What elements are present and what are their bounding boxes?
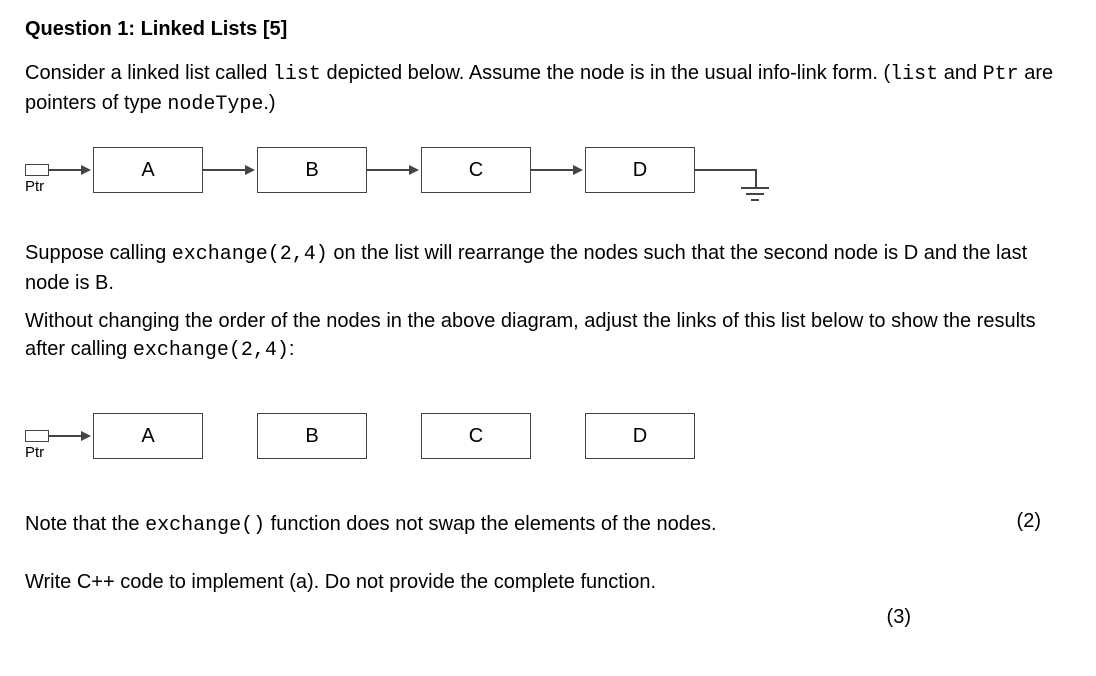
intro-code-3: Ptr bbox=[983, 63, 1019, 86]
intro-code-4: nodeType bbox=[167, 93, 263, 116]
mid-paragraph-1: Suppose calling exchange(2,4) on the lis… bbox=[25, 239, 1071, 297]
node-a: A bbox=[93, 147, 203, 193]
arrow-head-icon bbox=[409, 165, 419, 175]
node-a: A bbox=[93, 413, 203, 459]
arrow-head-icon bbox=[573, 165, 583, 175]
question-heading: Question 1: Linked Lists [5] bbox=[25, 18, 1071, 41]
node-c: C bbox=[421, 147, 531, 193]
diagram-2: Ptr A B C D bbox=[25, 410, 1071, 480]
ptr-box-icon bbox=[25, 430, 49, 442]
arrow-line bbox=[531, 169, 577, 171]
marks-2: (3) bbox=[25, 606, 1071, 629]
intro-text-1: Consider a linked list called bbox=[25, 62, 273, 84]
ptr-label: Ptr bbox=[25, 178, 44, 195]
note-paragraph: Note that the exchange() function does n… bbox=[25, 510, 1017, 540]
arrow-line bbox=[695, 169, 755, 171]
arrow-head-icon bbox=[81, 431, 91, 441]
note-code: exchange() bbox=[145, 514, 265, 537]
task-paragraph: Write C++ code to implement (a). Do not … bbox=[25, 568, 1071, 596]
node-b: B bbox=[257, 413, 367, 459]
node-c: C bbox=[421, 413, 531, 459]
ptr-box-icon bbox=[25, 164, 49, 176]
intro-text-5: .) bbox=[263, 92, 275, 114]
intro-code-2: list bbox=[890, 63, 938, 86]
node-b: B bbox=[257, 147, 367, 193]
mid2-code: exchange(2,4) bbox=[133, 339, 289, 362]
arrow-line bbox=[49, 435, 85, 437]
arrow-line bbox=[203, 169, 249, 171]
mid1-code: exchange(2,4) bbox=[172, 243, 328, 266]
arrow-head-icon bbox=[245, 165, 255, 175]
mid2-text-b: : bbox=[289, 338, 295, 360]
arrow-line bbox=[367, 169, 413, 171]
arrow-line bbox=[49, 169, 85, 171]
intro-text-3: and bbox=[938, 62, 982, 84]
mid-paragraph-2: Without changing the order of the nodes … bbox=[25, 307, 1071, 365]
marks-1: (2) bbox=[1017, 510, 1071, 533]
arrow-head-icon bbox=[81, 165, 91, 175]
node-d: D bbox=[585, 413, 695, 459]
intro-text-2: depicted below. Assume the node is in th… bbox=[321, 62, 890, 84]
diagram-1: Ptr A B C D bbox=[25, 144, 1071, 214]
note-text-b: function does not swap the elements of t… bbox=[265, 513, 716, 535]
mid1-text-a: Suppose calling bbox=[25, 242, 172, 264]
intro-paragraph: Consider a linked list called list depic… bbox=[25, 59, 1071, 119]
node-d: D bbox=[585, 147, 695, 193]
ptr-label: Ptr bbox=[25, 444, 44, 461]
intro-code-1: list bbox=[273, 63, 321, 86]
note-text-a: Note that the bbox=[25, 513, 145, 535]
